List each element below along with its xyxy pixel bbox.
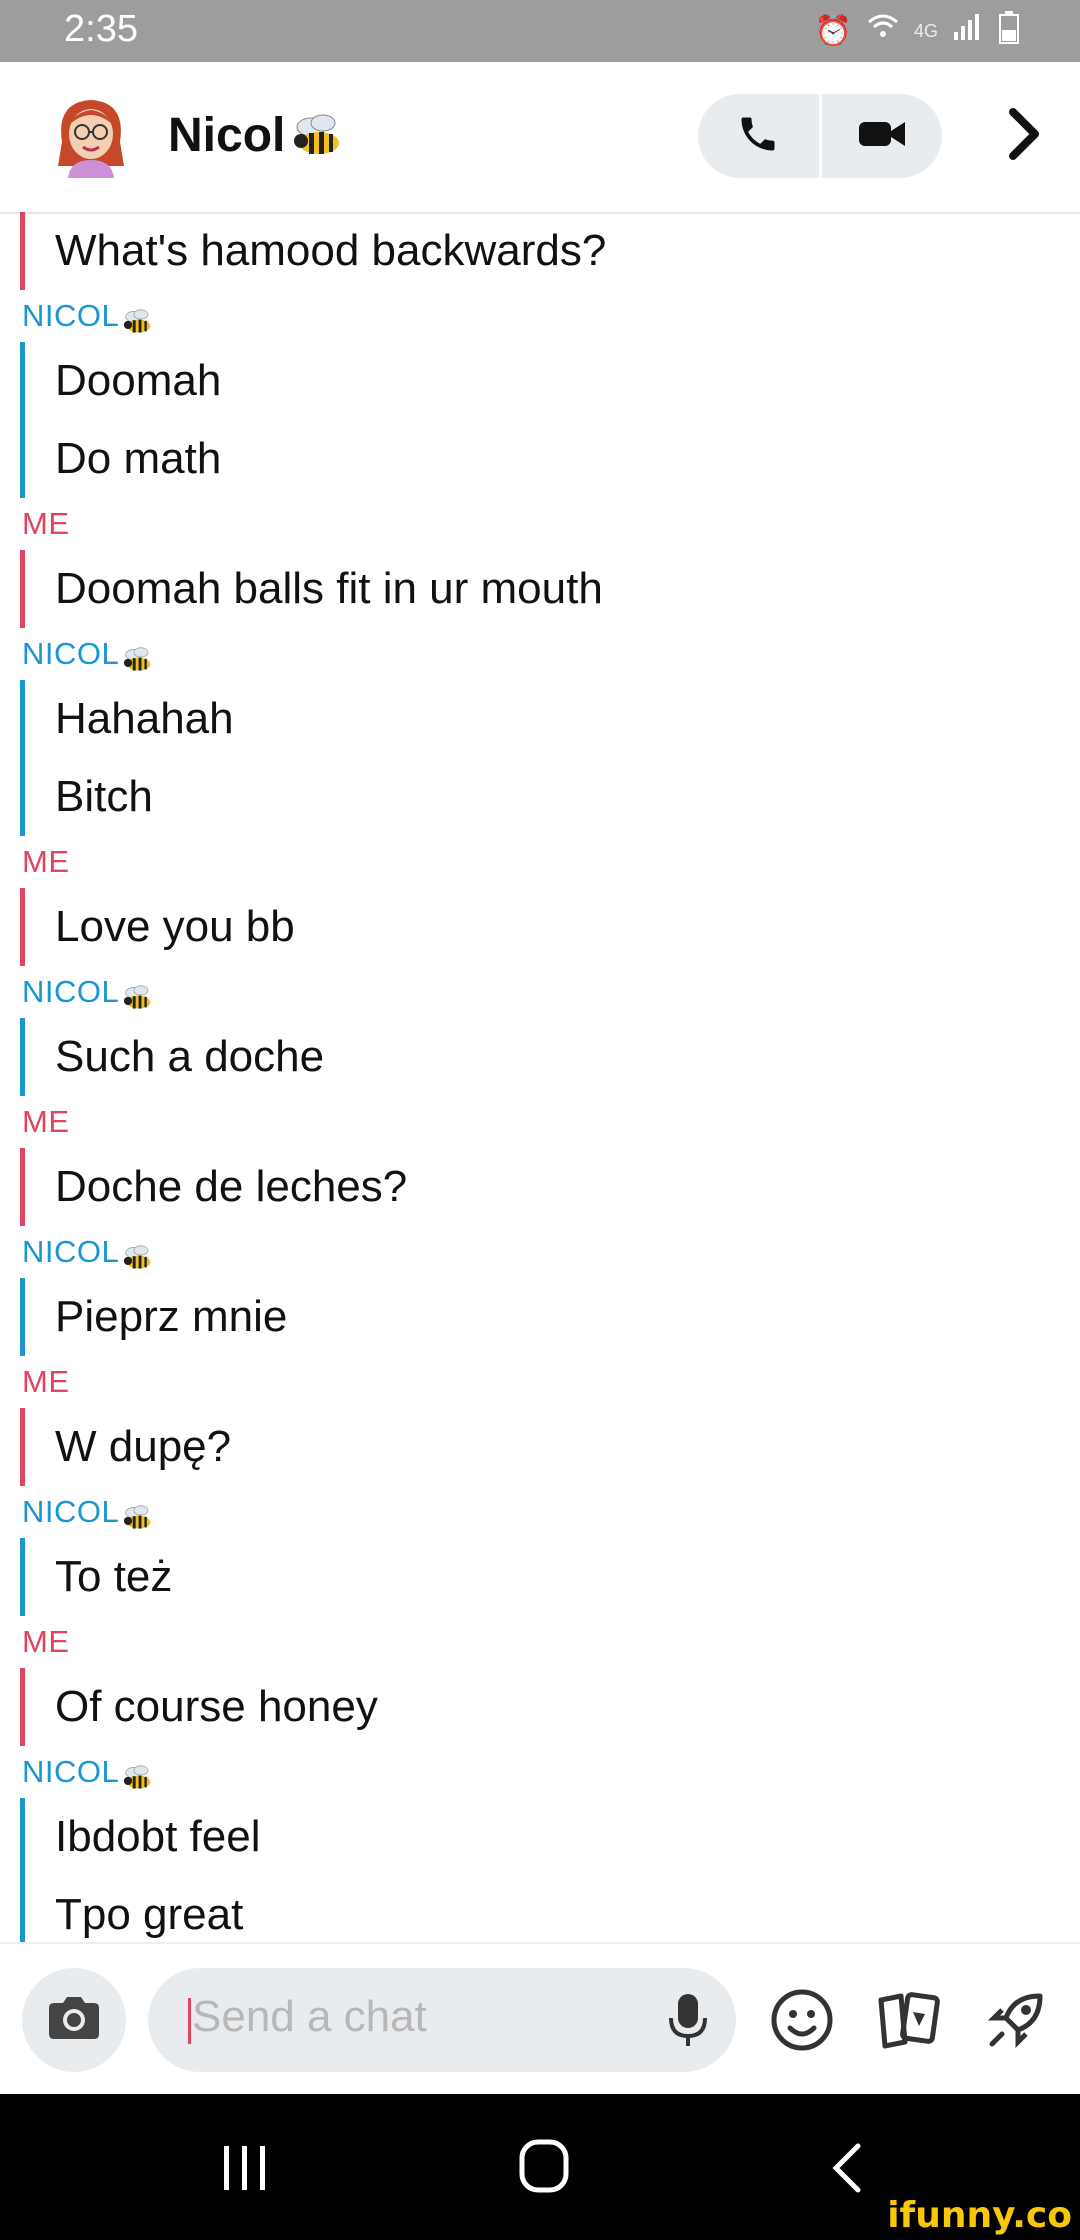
chat-header: Nicol xyxy=(0,62,1080,214)
bee-emoji-icon xyxy=(121,977,155,1009)
chat-message[interactable]: Ibdobt feel xyxy=(55,1798,1080,1876)
bee-emoji-icon xyxy=(121,1497,155,1529)
sender-label: ME xyxy=(0,498,1080,550)
status-time: 2:35 xyxy=(64,8,138,50)
sender-name: NICOL xyxy=(22,974,120,1009)
signal-icon xyxy=(952,12,984,50)
message-group: To też xyxy=(20,1538,1080,1616)
chat-message[interactable]: Tpo great xyxy=(55,1876,1080,1942)
cards-icon[interactable] xyxy=(870,1982,946,2058)
message-group: Pieprz mnie xyxy=(20,1278,1080,1356)
wifi-icon xyxy=(866,10,900,52)
call-button-group xyxy=(698,94,942,178)
chat-message[interactable]: Love you bb xyxy=(55,888,1080,966)
sender-label: NICOL xyxy=(0,966,1080,1018)
sender-label: ME xyxy=(0,1616,1080,1668)
sender-name: NICOL xyxy=(22,1494,120,1529)
bee-emoji-icon xyxy=(121,639,155,671)
home-icon[interactable] xyxy=(518,2138,570,2194)
sender-name: ME xyxy=(22,506,70,541)
sender-name: ME xyxy=(22,1624,70,1659)
message-group: Ibdobt feel Tpo great xyxy=(20,1798,1080,1942)
chat-message[interactable]: Bitch xyxy=(55,758,1080,836)
input-bar: Send a chat xyxy=(0,1942,1080,2096)
sender-label: NICOL xyxy=(0,1486,1080,1538)
chat-message[interactable]: Hahahah xyxy=(55,680,1080,758)
message-group: W dupę? xyxy=(20,1408,1080,1486)
chat-message[interactable]: Such a doche xyxy=(55,1018,1080,1096)
chat-message[interactable]: What's hamood backwards? xyxy=(55,212,1080,290)
sender-label: ME xyxy=(0,1096,1080,1148)
sender-name: NICOL xyxy=(22,636,120,671)
network-type: 4G xyxy=(913,20,938,41)
message-group: Doomah Do math xyxy=(20,342,1080,498)
sender-label: NICOL xyxy=(0,1226,1080,1278)
message-group: Doomah balls fit in ur mouth xyxy=(20,550,1080,628)
chat-list[interactable]: What's hamood backwards? NICOL Doomah Do ma… xyxy=(0,212,1080,1942)
chat-message[interactable]: W dupę? xyxy=(55,1408,1080,1486)
sender-label: NICOL xyxy=(0,628,1080,680)
message-group: Hahahah Bitch xyxy=(20,680,1080,836)
sender-name: NICOL xyxy=(22,298,120,333)
battery-icon xyxy=(998,10,1020,52)
sender-label: ME xyxy=(0,836,1080,888)
video-icon xyxy=(857,116,907,157)
sender-label: NICOL xyxy=(0,1746,1080,1798)
sender-name: ME xyxy=(22,1364,70,1399)
bee-emoji-icon xyxy=(121,301,155,333)
sender-name: ME xyxy=(22,844,70,879)
contact-name: Nicol xyxy=(168,109,286,162)
video-call-button[interactable] xyxy=(822,94,943,178)
text-cursor xyxy=(188,1998,191,2044)
bee-emoji-icon xyxy=(121,1757,155,1789)
chat-message[interactable]: Of course honey xyxy=(55,1668,1080,1746)
chat-message[interactable]: To też xyxy=(55,1538,1080,1616)
back-icon[interactable] xyxy=(826,2140,866,2196)
chat-message[interactable]: Do math xyxy=(55,420,1080,498)
status-icons: ⏰ 4G xyxy=(815,10,1020,52)
chevron-right-icon xyxy=(1007,107,1041,165)
chat-message[interactable]: Doomah balls fit in ur mouth xyxy=(55,550,1080,628)
mic-icon[interactable] xyxy=(666,1992,710,2048)
chat-message[interactable]: Pieprz mnie xyxy=(55,1278,1080,1356)
bee-emoji-icon xyxy=(289,111,347,161)
message-group: Doche de leches? xyxy=(20,1148,1080,1226)
avatar[interactable] xyxy=(48,92,134,178)
rocket-icon[interactable] xyxy=(978,1982,1054,2058)
status-bar: 2:35 ⏰ 4G xyxy=(0,0,1080,62)
sender-label: ME xyxy=(0,1356,1080,1408)
watermark: ifunny.co xyxy=(887,2195,1072,2236)
sender-label: NICOL xyxy=(0,290,1080,342)
alarm-icon: ⏰ xyxy=(814,14,852,48)
chat-message[interactable]: Doomah xyxy=(55,342,1080,420)
chat-message[interactable]: Doche de leches? xyxy=(55,1148,1080,1226)
sender-name: ME xyxy=(22,1104,70,1139)
phone-icon xyxy=(736,112,780,161)
sender-name: NICOL xyxy=(22,1754,120,1789)
chat-input[interactable]: Send a chat xyxy=(148,1968,736,2072)
message-group: Of course honey xyxy=(20,1668,1080,1746)
smiley-icon[interactable] xyxy=(764,1982,840,2058)
camera-icon xyxy=(45,1994,103,2047)
sender-name: NICOL xyxy=(22,1234,120,1269)
message-group: What's hamood backwards? xyxy=(20,212,1080,290)
contact-title[interactable]: Nicol xyxy=(168,108,347,163)
camera-button[interactable] xyxy=(22,1968,126,2072)
message-group: Love you bb xyxy=(20,888,1080,966)
message-group: Such a doche xyxy=(20,1018,1080,1096)
bee-emoji-icon xyxy=(121,1237,155,1269)
system-nav-bar: ifunny.co xyxy=(0,2094,1080,2240)
recent-apps-icon[interactable] xyxy=(220,2138,270,2198)
more-button[interactable] xyxy=(994,106,1054,166)
voice-call-button[interactable] xyxy=(698,94,819,178)
chat-input-placeholder: Send a chat xyxy=(192,1992,427,2041)
